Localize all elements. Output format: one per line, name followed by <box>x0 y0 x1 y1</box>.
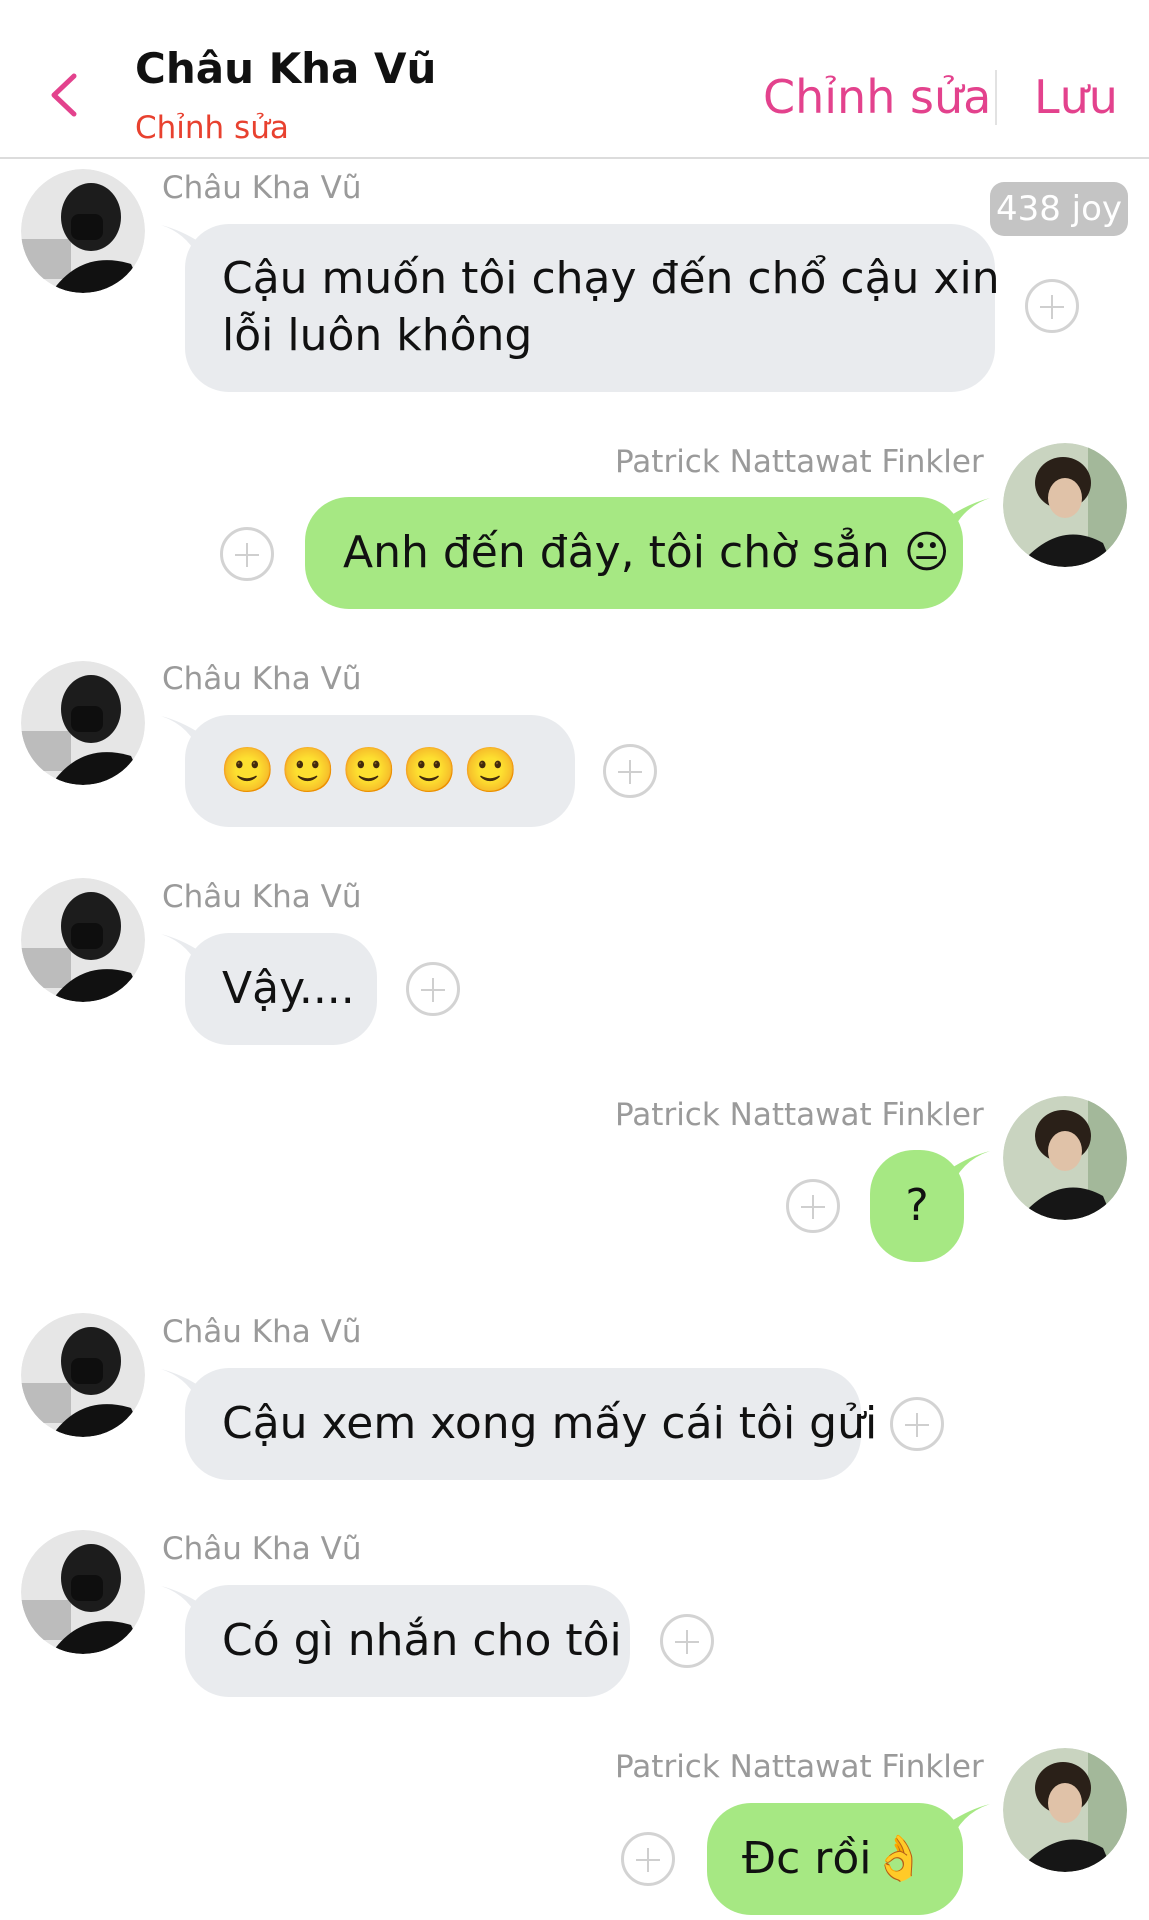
message-text: ? <box>905 1180 929 1231</box>
message-text-line: Cậu muốn tôi chạy đến chổ cậu xin <box>222 253 1000 304</box>
message-bubble[interactable]: Cậu xem xong mấy cái tôi gửi <box>185 1368 877 1480</box>
avatar-chau-kha-vu[interactable] <box>21 661 145 785</box>
add-reaction-icon[interactable] <box>603 744 657 798</box>
add-reaction-icon[interactable] <box>220 527 274 581</box>
add-reaction-icon[interactable] <box>660 1614 714 1668</box>
add-reaction-icon[interactable] <box>1025 279 1079 333</box>
message-bubble[interactable]: Vậy.... <box>185 933 377 1045</box>
avatar-chau-kha-vu[interactable] <box>21 878 145 1002</box>
back-chevron-icon[interactable] <box>44 70 84 120</box>
message-bubble[interactable]: Anh đến đây, tôi chờ sẳn 😐 <box>305 497 963 609</box>
message-bubble[interactable]: Đc rồi👌 <box>707 1803 963 1915</box>
message-text: Có gì nhắn cho tôi <box>222 1615 622 1666</box>
edit-button[interactable]: Chỉnh sửa <box>763 70 991 124</box>
avatar-patrick[interactable] <box>1003 443 1127 567</box>
chat-subtitle: Chỉnh sửa <box>135 110 289 146</box>
sender-name: Châu Kha Vũ <box>162 170 362 206</box>
avatar-chau-kha-vu[interactable] <box>21 1313 145 1437</box>
add-reaction-icon[interactable] <box>406 962 460 1016</box>
add-reaction-icon[interactable] <box>890 1397 944 1451</box>
message-text: 🙂🙂🙂🙂🙂 <box>220 745 524 796</box>
message-bubble[interactable]: Có gì nhắn cho tôi <box>185 1585 630 1697</box>
chat-header: Châu Kha Vũ Chỉnh sửa Chỉnh sửa Lưu <box>0 0 1149 159</box>
avatar-patrick[interactable] <box>1003 1096 1127 1220</box>
sender-name: Patrick Nattawat Finkler <box>615 1749 984 1785</box>
message-text-line: lỗi luôn không <box>222 310 533 361</box>
sender-name: Châu Kha Vũ <box>162 879 362 915</box>
message-text: Đc rồi👌 <box>742 1833 927 1884</box>
message-text: Cậu xem xong mấy cái tôi gửi <box>222 1398 878 1449</box>
message-text: Vậy.... <box>222 963 355 1014</box>
sender-name: Châu Kha Vũ <box>162 1531 362 1567</box>
message-bubble[interactable]: Cậu muốn tôi chạy đến chổ cậu xin lỗi lu… <box>185 224 1000 392</box>
sender-name: Patrick Nattawat Finkler <box>615 444 984 480</box>
avatar-patrick[interactable] <box>1003 1748 1127 1872</box>
add-reaction-icon[interactable] <box>621 1832 675 1886</box>
save-button[interactable]: Lưu <box>1034 70 1118 124</box>
header-divider <box>995 70 997 125</box>
message-bubble[interactable]: ? <box>870 1150 964 1262</box>
message-bubble[interactable]: 🙂🙂🙂🙂🙂 <box>185 715 575 827</box>
joy-count-badge: 438 joy <box>990 182 1128 236</box>
sender-name: Patrick Nattawat Finkler <box>615 1097 984 1133</box>
add-reaction-icon[interactable] <box>786 1179 840 1233</box>
sender-name: Châu Kha Vũ <box>162 1314 362 1350</box>
message-text: Anh đến đây, tôi chờ sẳn 😐 <box>343 527 950 578</box>
avatar-chau-kha-vu[interactable] <box>21 169 145 293</box>
chat-title: Châu Kha Vũ <box>135 44 437 93</box>
avatar-chau-kha-vu[interactable] <box>21 1530 145 1654</box>
sender-name: Châu Kha Vũ <box>162 661 362 697</box>
